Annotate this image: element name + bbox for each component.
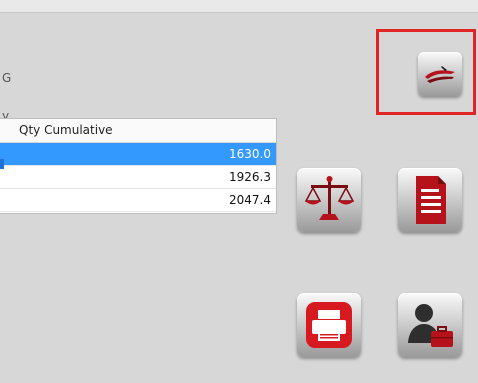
- logo-button[interactable]: [418, 52, 462, 96]
- scale-icon: [304, 176, 355, 220]
- scale-button[interactable]: [297, 168, 361, 232]
- table-row[interactable]: 1926.3: [0, 166, 276, 189]
- document-icon: [416, 176, 446, 224]
- top-bar: [0, 0, 478, 13]
- document-button[interactable]: [398, 168, 462, 232]
- print-button[interactable]: [297, 293, 361, 357]
- table-row[interactable]: 2047.4: [0, 189, 276, 212]
- side-label-1: G: [2, 71, 12, 85]
- user-button[interactable]: [398, 293, 462, 357]
- row-indicator: [0, 159, 4, 169]
- user-briefcase-icon: [408, 304, 453, 347]
- printer-icon: [306, 302, 352, 348]
- column-header-qty-cumulative[interactable]: Qty Cumulative: [0, 119, 276, 143]
- qty-grid[interactable]: Qty Cumulative 1630.0 1926.3 2047.4: [0, 118, 277, 214]
- logo-icon: [425, 66, 455, 83]
- table-row[interactable]: 1630.0: [0, 143, 276, 166]
